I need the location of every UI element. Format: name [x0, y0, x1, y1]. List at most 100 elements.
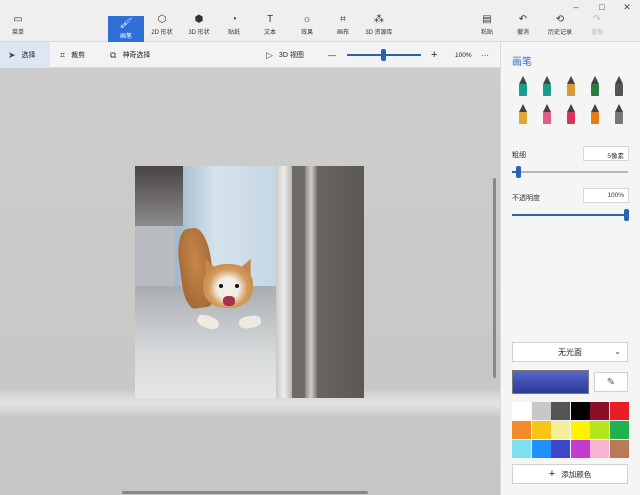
- zoom-in-button[interactable]: +: [431, 42, 437, 68]
- tool-3d-library[interactable]: ⁂ 3D 资源库: [362, 14, 396, 42]
- photo-door: [276, 166, 292, 398]
- palette-swatch[interactable]: [531, 402, 551, 420]
- clipboard-icon: ▤: [482, 14, 492, 25]
- opacity-label: 不透明度: [512, 195, 540, 202]
- add-color-button[interactable]: + 添加颜色: [512, 464, 628, 484]
- history-label: 历史记录: [547, 30, 572, 36]
- palette-swatch[interactable]: [590, 421, 609, 439]
- pixel-pen-icon[interactable]: [612, 76, 626, 96]
- palette-swatch[interactable]: [512, 402, 531, 420]
- redo-button[interactable]: ↷ 重做: [586, 14, 608, 42]
- history-button[interactable]: ⟲ 历史记录: [543, 14, 577, 42]
- menu-label: 菜单: [11, 30, 24, 36]
- minimize-icon[interactable]: –: [566, 2, 586, 12]
- crop-label: 裁剪: [71, 52, 86, 59]
- maximize-icon[interactable]: □: [592, 2, 612, 12]
- palette-swatch[interactable]: [609, 402, 629, 420]
- palette-swatch[interactable]: [590, 440, 609, 458]
- palette-swatch[interactable]: [551, 402, 570, 420]
- palette-swatch[interactable]: [512, 421, 531, 439]
- photo-chairs: [135, 166, 183, 226]
- tool-label: 效果: [300, 30, 313, 36]
- history-icon: ⟲: [555, 14, 565, 25]
- calligraphy-pen-icon[interactable]: [540, 76, 554, 96]
- finish-value: 无光面: [558, 347, 582, 357]
- opacity-slider-thumb[interactable]: [624, 209, 629, 221]
- more-options-button[interactable]: ···: [481, 42, 489, 68]
- palette-swatch[interactable]: [570, 402, 590, 420]
- brush-icon: 🖌: [119, 18, 133, 29]
- tool-canvas[interactable]: ⌗ 画布: [331, 14, 355, 42]
- palette-swatch[interactable]: [570, 440, 590, 458]
- pencil-icon[interactable]: [516, 104, 530, 124]
- current-color-swatch[interactable]: [512, 370, 589, 394]
- vertical-scrollbar[interactable]: [493, 178, 496, 378]
- magic-select-icon: ⧉: [110, 49, 117, 60]
- tool-2d-shapes[interactable]: ⬡ 2D 形状: [147, 14, 177, 42]
- thickness-slider-thumb[interactable]: [516, 166, 521, 178]
- palette-swatch[interactable]: [551, 421, 570, 439]
- add-color-label: 添加颜色: [561, 469, 592, 479]
- thickness-slider-track[interactable]: [512, 171, 628, 173]
- paste-button[interactable]: ▤ 粘贴: [476, 14, 498, 42]
- crayon-icon[interactable]: [564, 104, 578, 124]
- tool-effects[interactable]: ☼ 效果: [295, 14, 319, 42]
- opacity-input[interactable]: 100%: [583, 188, 629, 203]
- tool-label: 3D 形状: [188, 30, 210, 36]
- crop-button[interactable]: ⌗ 裁剪: [60, 42, 85, 68]
- dog-eye: [219, 284, 223, 288]
- tool-brush[interactable]: 🖌 画笔: [108, 16, 144, 42]
- view-3d-label: 3D 视图: [278, 52, 304, 59]
- eyedropper-button[interactable]: ✎: [594, 372, 628, 392]
- redo-icon: ↷: [592, 14, 602, 25]
- photo-door-frame: [305, 166, 317, 398]
- eraser-icon[interactable]: [540, 104, 554, 124]
- magic-select-button[interactable]: ⧉ 神奇选择: [110, 42, 150, 68]
- tool-text[interactable]: T 文本: [258, 14, 282, 42]
- cursor-icon: ➤: [8, 49, 16, 60]
- menu-button[interactable]: ▭ 菜单: [4, 14, 32, 42]
- plus-icon: +: [548, 468, 556, 480]
- palette-swatch[interactable]: [531, 440, 551, 458]
- palette-swatch[interactable]: [609, 440, 629, 458]
- spray-can-icon[interactable]: [588, 104, 602, 124]
- opacity-slider-fill: [512, 214, 628, 216]
- fill-bucket-icon[interactable]: [612, 104, 626, 124]
- canvas-image[interactable]: [135, 166, 364, 398]
- undo-label: 撤消: [516, 30, 529, 36]
- view-3d-button[interactable]: ▷ 3D 视图: [266, 42, 304, 68]
- thickness-input[interactable]: 5像素: [583, 146, 629, 161]
- toolbar: ➤ 选择 ⌗ 裁剪 ⧉ 神奇选择 ▷ 3D 视图 — + 100% ···: [0, 42, 500, 68]
- tool-3d-shapes[interactable]: ⬢ 3D 形状: [184, 14, 214, 42]
- horizontal-scrollbar[interactable]: [122, 491, 368, 494]
- panel-title: 画笔: [512, 57, 532, 68]
- oil-brush-icon[interactable]: [564, 76, 578, 96]
- zoom-out-button[interactable]: —: [328, 42, 336, 68]
- library-3d-icon: ⁂: [374, 14, 384, 25]
- photo-wall: [292, 166, 364, 398]
- close-icon[interactable]: ✕: [617, 2, 637, 13]
- canvas-icon: ⌗: [340, 14, 346, 25]
- palette-swatch[interactable]: [590, 402, 609, 420]
- tool-label: 画笔: [119, 34, 132, 40]
- palette-swatch[interactable]: [531, 421, 551, 439]
- palette-swatch[interactable]: [570, 421, 590, 439]
- zoom-slider-thumb[interactable]: [381, 49, 386, 61]
- crop-icon: ⌗: [60, 49, 66, 60]
- undo-icon: ↶: [518, 14, 528, 25]
- marker-brush-icon[interactable]: [516, 76, 530, 96]
- tool-label: 3D 资源库: [365, 30, 393, 36]
- palette-swatch[interactable]: [609, 421, 629, 439]
- shapes-2d-icon: ⬡: [157, 14, 167, 25]
- watercolor-brush-icon[interactable]: [588, 76, 602, 96]
- finish-dropdown[interactable]: 无光面 ⌄: [512, 342, 628, 362]
- tool-stickers[interactable]: ◔ 贴纸: [222, 14, 246, 42]
- undo-button[interactable]: ↶ 撤消: [512, 14, 534, 42]
- magic-select-label: 神奇选择: [122, 52, 151, 59]
- palette-swatch[interactable]: [551, 440, 570, 458]
- select-button[interactable]: ➤ 选择: [0, 42, 50, 68]
- redo-label: 重做: [590, 30, 603, 36]
- palette-swatch[interactable]: [512, 440, 531, 458]
- zoom-value: 100%: [455, 51, 472, 59]
- sticker-icon: ◔: [230, 14, 238, 25]
